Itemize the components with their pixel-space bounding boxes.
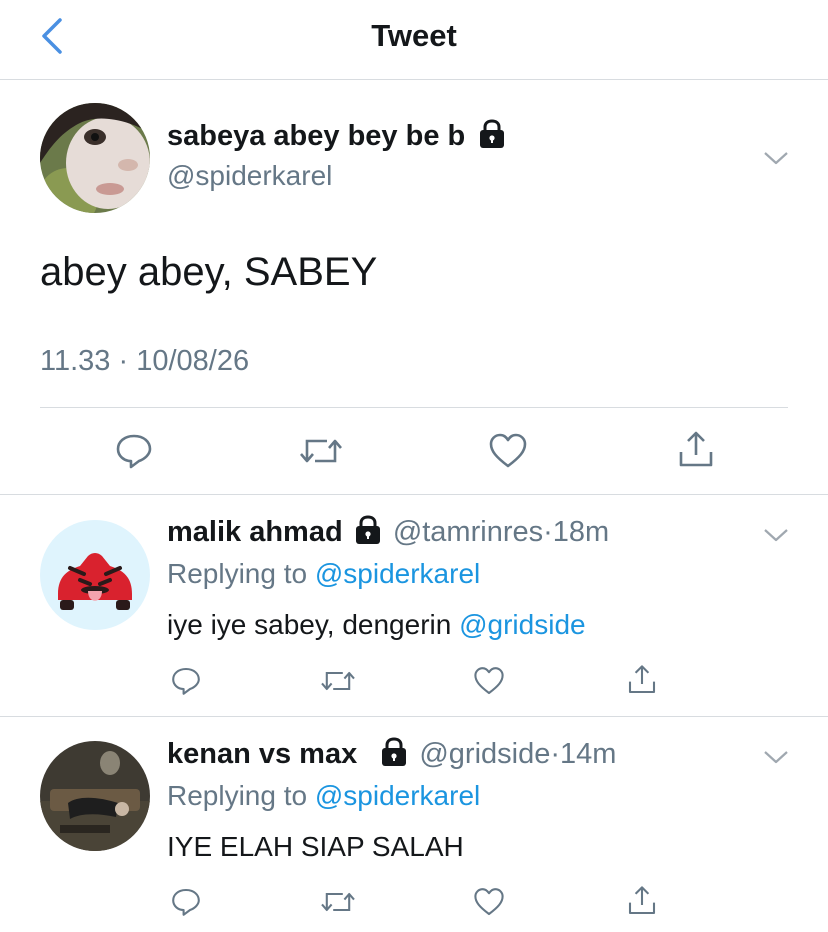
chevron-down-icon[interactable] xyxy=(762,148,790,168)
lock-icon xyxy=(379,737,409,767)
retweet-icon[interactable] xyxy=(299,431,343,476)
navigation-bar: Tweet xyxy=(0,0,828,80)
reply-age: 14m xyxy=(560,738,617,770)
retweet-icon[interactable] xyxy=(320,665,356,697)
reply-icon[interactable] xyxy=(170,886,202,918)
reply-header: malik ahmad @tamrinres·18m xyxy=(167,516,609,549)
reply-header: kenan vs max @gridside·14m xyxy=(167,738,616,771)
page-title: Tweet xyxy=(371,18,457,53)
chevron-down-icon[interactable] xyxy=(762,525,790,545)
divider xyxy=(0,716,828,717)
display-name[interactable]: sabeya abey bey be b xyxy=(167,120,507,153)
mention-link[interactable]: @spiderkarel xyxy=(315,558,480,589)
divider xyxy=(40,407,788,408)
share-icon[interactable] xyxy=(626,664,658,696)
share-icon[interactable] xyxy=(626,885,658,917)
retweet-icon[interactable] xyxy=(320,886,356,918)
lock-icon xyxy=(477,119,507,149)
replying-to: Replying to @spiderkarel xyxy=(167,558,481,589)
lock-icon xyxy=(353,515,383,545)
user-handle[interactable]: @gridside xyxy=(419,738,550,770)
reply-icon[interactable] xyxy=(114,431,154,476)
like-icon[interactable] xyxy=(473,886,505,918)
mention-link[interactable]: @gridside xyxy=(459,609,585,640)
mention-link[interactable]: @spiderkarel xyxy=(315,780,480,811)
chevron-down-icon[interactable] xyxy=(762,747,790,767)
tweet-timestamp: 11.33 · 10/08/26 xyxy=(40,345,249,378)
like-icon[interactable] xyxy=(488,431,528,476)
user-handle[interactable]: @spiderkarel xyxy=(167,160,332,192)
avatar[interactable] xyxy=(40,520,150,630)
display-name[interactable]: malik ahmad xyxy=(167,516,343,548)
avatar[interactable] xyxy=(40,741,150,851)
avatar[interactable] xyxy=(40,103,150,213)
tweet-time: 11.33 xyxy=(40,345,111,377)
reply-text: iye iye sabey, dengerin @gridside xyxy=(167,609,586,640)
tweet-text: abey abey, SABEY xyxy=(40,250,378,294)
like-icon[interactable] xyxy=(473,665,505,697)
reply-text: IYE ELAH SIAP SALAH xyxy=(167,831,464,862)
divider xyxy=(0,494,828,495)
reply-icon[interactable] xyxy=(170,665,202,697)
separator-dot: · xyxy=(550,738,561,770)
separator-dot: · xyxy=(543,516,553,548)
display-name[interactable]: kenan vs max xyxy=(167,738,357,770)
tweet-date: 10/08/26 xyxy=(136,345,250,377)
user-handle[interactable]: @tamrinres xyxy=(393,516,543,548)
replying-to: Replying to @spiderkarel xyxy=(167,780,481,811)
separator-dot: · xyxy=(118,345,137,377)
share-icon[interactable] xyxy=(676,430,716,475)
reply-age: 18m xyxy=(552,516,610,548)
